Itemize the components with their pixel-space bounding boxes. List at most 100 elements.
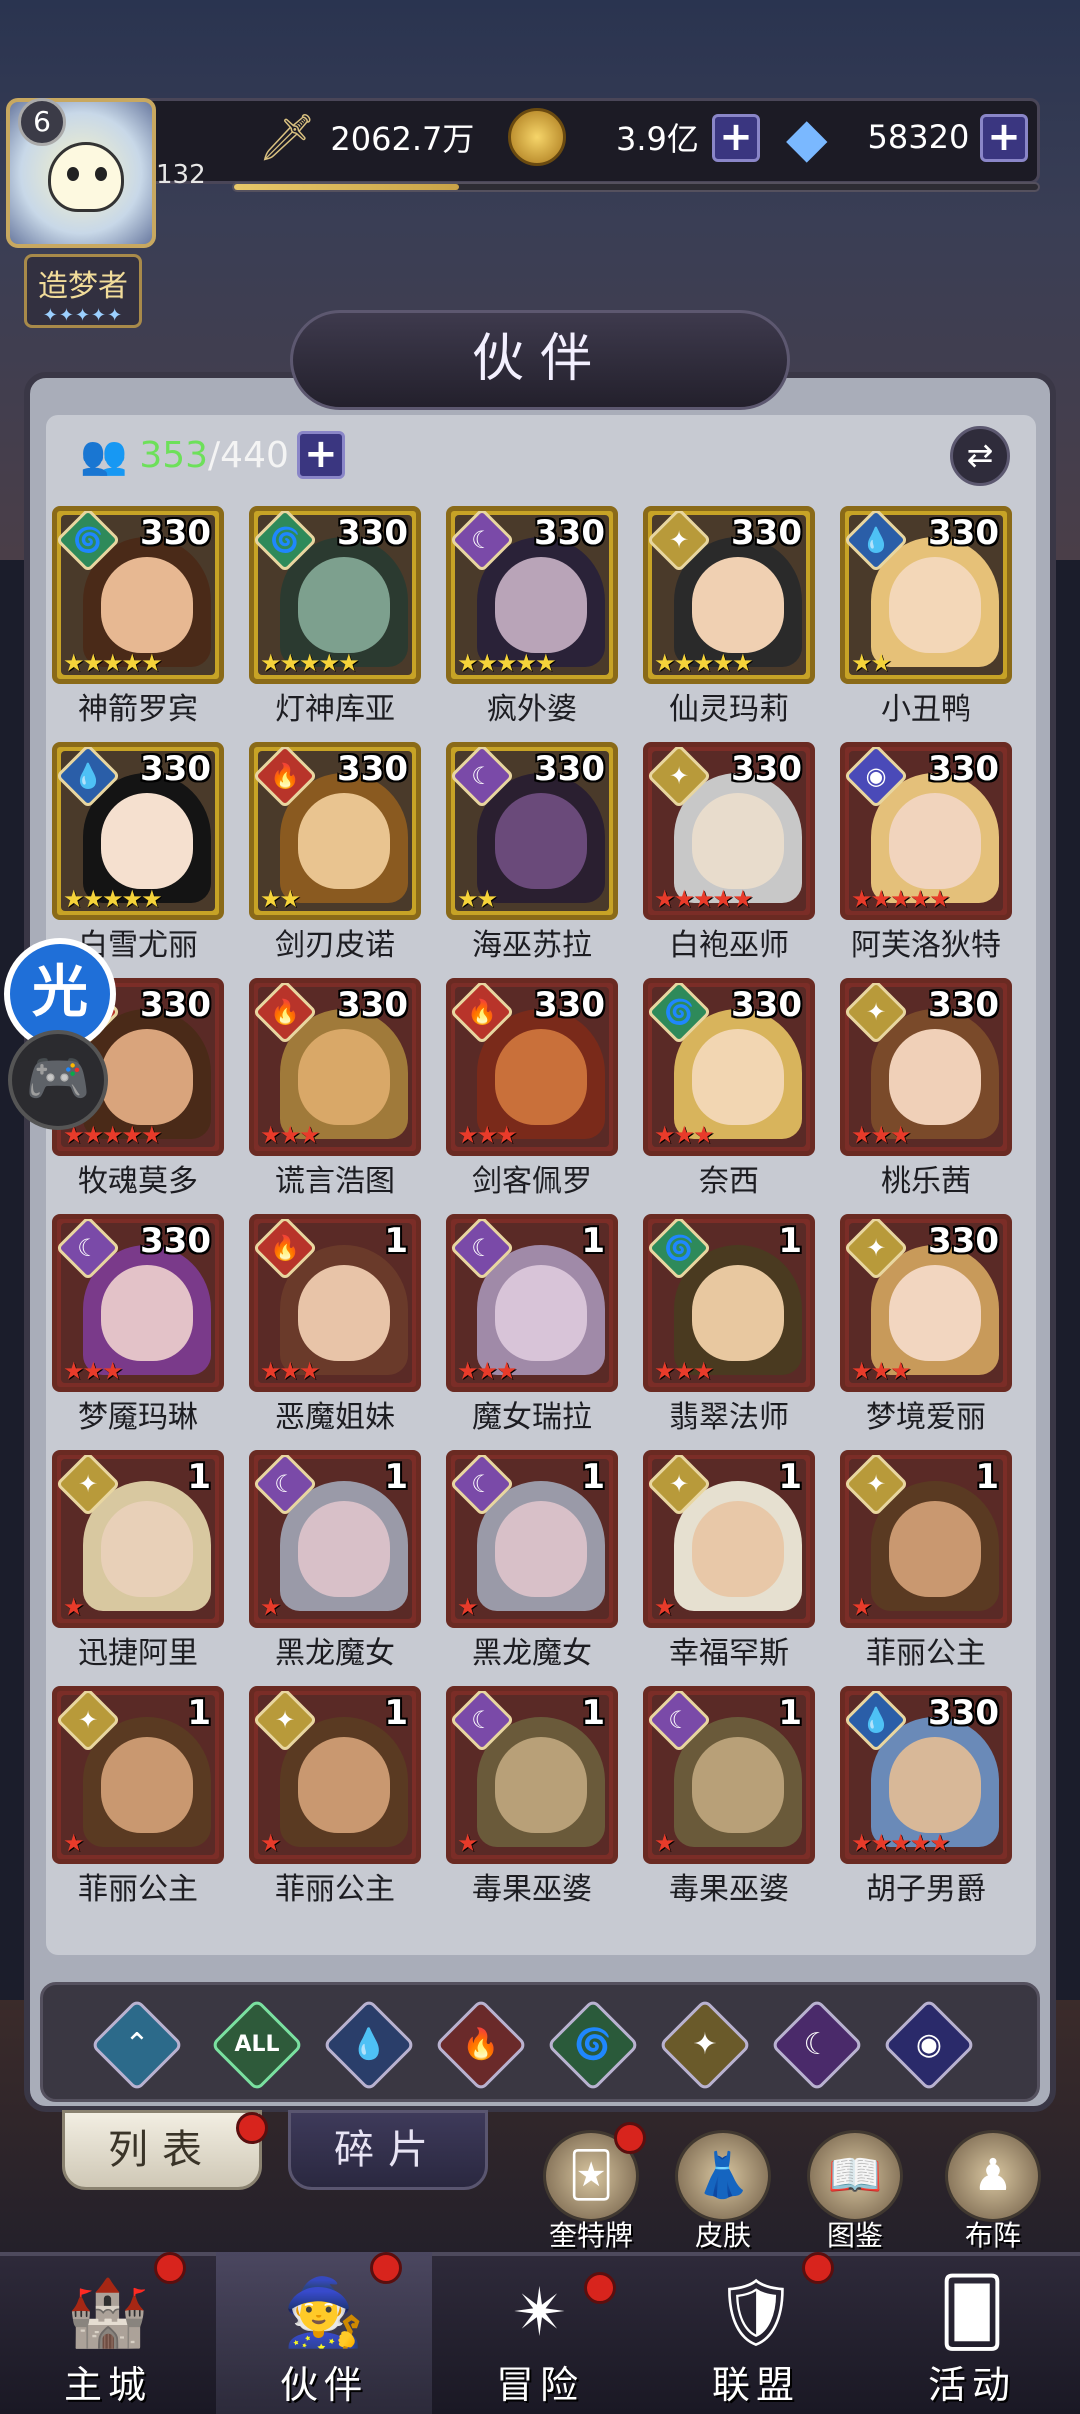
- sort-toggle-button[interactable]: ⇄: [950, 426, 1010, 486]
- portrait-face: [495, 1265, 587, 1361]
- tab-fragments[interactable]: 碎片: [288, 2110, 488, 2190]
- nav-alliance-notification-dot: [802, 2252, 834, 2284]
- partner-name: 菲丽公主: [275, 1872, 395, 1907]
- partner-name: 小丑鸭: [881, 692, 971, 727]
- gold-value: 3.9亿: [616, 120, 699, 158]
- portrait-face: [889, 557, 981, 653]
- partner-stars: ★★★★★: [63, 885, 163, 913]
- partner-name: 黑龙魔女: [472, 1636, 592, 1671]
- partner-name: 海巫苏拉: [472, 928, 592, 963]
- partner-stars: ★★: [457, 885, 498, 913]
- player-title-badge[interactable]: 造梦者 ✦✦✦✦✦: [24, 254, 142, 328]
- partner-level: 330: [928, 1693, 999, 1733]
- partner-stars: ★★: [851, 649, 892, 677]
- partner-stars: ★★★: [851, 1121, 912, 1149]
- partner-name: 疯外婆: [487, 692, 577, 727]
- nav-adventure-notification-dot: [584, 2272, 616, 2304]
- partner-card[interactable]: ✦ 1 ★: [840, 1450, 1012, 1628]
- partner-name: 仙灵玛莉: [669, 692, 789, 727]
- gamepad-float-button[interactable]: 🎮: [8, 1030, 108, 1130]
- partner-level: 330: [928, 749, 999, 789]
- partner-name: 梦魇玛琳: [78, 1400, 198, 1435]
- tarot-notification-dot: [614, 2122, 646, 2154]
- partner-card[interactable]: ☾ 1 ★: [446, 1450, 618, 1628]
- partner-stars: ★★★: [851, 1357, 912, 1385]
- partner-name: 神箭罗宾: [78, 692, 198, 727]
- partner-level: 1: [187, 1457, 211, 1497]
- partner-card[interactable]: 🌀 330 ★★★: [643, 978, 815, 1156]
- portrait-face: [101, 1029, 193, 1125]
- nav-events[interactable]: 🂠 活动: [864, 2252, 1080, 2414]
- partner-card[interactable]: ☾ 1 ★: [249, 1450, 421, 1628]
- partner-card[interactable]: ☾ 330 ★★★: [52, 1214, 224, 1392]
- power-value: 2062.7万: [330, 120, 475, 158]
- partner-card[interactable]: ✦ 1 ★: [52, 1686, 224, 1864]
- partner-level: 1: [581, 1693, 605, 1733]
- partner-level: 330: [337, 513, 408, 553]
- swap-icon: ⇄: [966, 436, 994, 474]
- owned-count: 353: [139, 434, 209, 476]
- partner-card[interactable]: 🌀 1 ★★★: [643, 1214, 815, 1392]
- partner-name: 幸福罕斯: [669, 1636, 789, 1671]
- partner-level: 330: [731, 985, 802, 1025]
- exp-progress-bar: [232, 182, 1040, 192]
- partner-card[interactable]: ✦ 330 ★★★★★: [643, 506, 815, 684]
- expand-capacity-button[interactable]: +: [296, 431, 345, 479]
- portrait-face: [692, 1501, 784, 1597]
- partner-card[interactable]: ✦ 1 ★: [249, 1686, 421, 1864]
- skin-icon: 👗: [675, 2130, 771, 2222]
- partner-level: 330: [928, 985, 999, 1025]
- portrait-face: [692, 1265, 784, 1361]
- partner-card[interactable]: ☾ 1 ★: [643, 1686, 815, 1864]
- partner-level: 330: [731, 513, 802, 553]
- skins-button[interactable]: 👗 皮肤: [668, 2130, 778, 2254]
- partner-card[interactable]: ☾ 330 ★★: [446, 742, 618, 920]
- partner-count: 👥 353 /440 +: [80, 420, 345, 490]
- partner-name: 白袍巫师: [669, 928, 789, 963]
- partner-card[interactable]: ☾ 330 ★★★★★: [446, 506, 618, 684]
- partner-stars: ★: [63, 1593, 84, 1621]
- partner-level: 1: [581, 1221, 605, 1261]
- partner-stars: ★: [457, 1593, 478, 1621]
- partner-name: 毒果巫婆: [669, 1872, 789, 1907]
- player-level: 132: [156, 160, 206, 190]
- partner-card[interactable]: 💧 330 ★★★★★: [840, 1686, 1012, 1864]
- nav-adventure[interactable]: ✴ 冒险: [432, 2252, 648, 2414]
- all-icon: ALL: [234, 2032, 280, 2057]
- partner-name: 魔女瑞拉: [472, 1400, 592, 1435]
- portrait-face: [692, 1737, 784, 1833]
- portrait-face: [889, 1265, 981, 1361]
- partner-card[interactable]: 💧 330 ★★: [840, 506, 1012, 684]
- portrait-face: [298, 1265, 390, 1361]
- partner-card[interactable]: ✦ 1 ★: [52, 1450, 224, 1628]
- partner-card[interactable]: 🔥 330 ★★: [249, 742, 421, 920]
- codex-button[interactable]: 📖 图鉴: [800, 2130, 910, 2254]
- partner-card[interactable]: 💧 330 ★★★★★: [52, 742, 224, 920]
- partner-card[interactable]: ✦ 1 ★: [643, 1450, 815, 1628]
- partner-card[interactable]: ☾ 1 ★: [446, 1686, 618, 1864]
- portrait-face: [889, 1737, 981, 1833]
- add-gems-button[interactable]: +: [980, 114, 1028, 162]
- add-gold-button[interactable]: +: [712, 114, 760, 162]
- capacity-count: /440: [208, 434, 289, 476]
- partner-card[interactable]: 🔥 330 ★★★: [446, 978, 618, 1156]
- partner-level: 1: [778, 1457, 802, 1497]
- formation-button[interactable]: ♟ 布阵: [938, 2130, 1048, 2254]
- partner-card[interactable]: ✦ 330 ★★★: [840, 978, 1012, 1156]
- tab-list[interactable]: 列表: [62, 2110, 262, 2190]
- partner-card[interactable]: 🔥 1 ★★★: [249, 1214, 421, 1392]
- portrait-face: [101, 1737, 193, 1833]
- partner-card[interactable]: ◉ 330 ★★★★★: [840, 742, 1012, 920]
- partner-stars: ★: [260, 1829, 281, 1857]
- partner-card[interactable]: ✦ 330 ★★★: [840, 1214, 1012, 1392]
- partner-level: 330: [140, 1221, 211, 1261]
- partner-stars: ★★★: [260, 1121, 321, 1149]
- partner-card[interactable]: 🌀 330 ★★★★★: [52, 506, 224, 684]
- partner-level: 330: [140, 513, 211, 553]
- partner-card[interactable]: ☾ 1 ★★★: [446, 1214, 618, 1392]
- codex-icon: 📖: [807, 2130, 903, 2222]
- partner-card[interactable]: ✦ 330 ★★★★★: [643, 742, 815, 920]
- partner-card[interactable]: 🔥 330 ★★★: [249, 978, 421, 1156]
- partner-name: 毒果巫婆: [472, 1872, 592, 1907]
- partner-card[interactable]: 🌀 330 ★★★★★: [249, 506, 421, 684]
